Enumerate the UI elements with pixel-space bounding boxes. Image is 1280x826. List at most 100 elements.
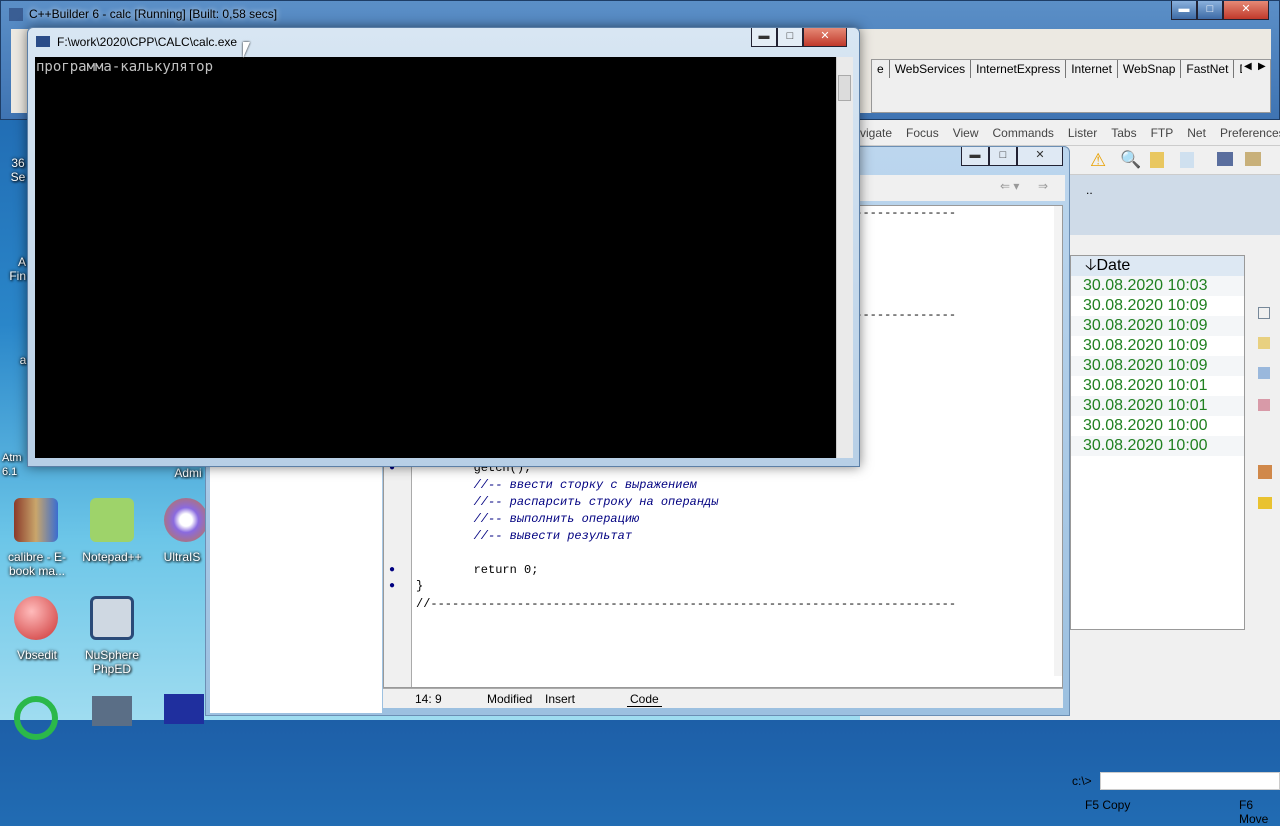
desktop-label[interactable]: NuSphere PhpED [76,648,148,676]
mouse-cursor [243,42,250,58]
file-row-date[interactable]: 30.08.2020 10:01 [1071,376,1244,396]
code-line[interactable]: //-- выполнить операцию [416,512,640,526]
console-maximize-button[interactable]: □ [777,28,803,47]
date-list: 30.08.2020 10:03 30.08.2020 10:09 30.08.20… [1071,276,1244,456]
search-icon[interactable]: 🔍 [1120,150,1141,170]
editor-status-bar: 14: 9 Modified Insert Code [383,688,1063,708]
file-list-panel[interactable]: 🡣Date 30.08.2020 10:03 30.08.2020 10:09 30… [1070,255,1245,630]
menu-item[interactable]: Net [1187,126,1206,140]
virtualbox-icon[interactable] [92,696,132,726]
breakpoint-marker[interactable]: ● [389,564,395,575]
menu-item[interactable]: Focus [906,126,939,140]
palette-tab[interactable]: WebSnap [1118,60,1182,78]
path-text[interactable]: .. [1086,183,1093,197]
desktop-label[interactable]: Admi [170,466,206,480]
maximize-button[interactable]: □ [1197,1,1223,20]
console-close-button[interactable]: ✕ [803,28,847,47]
file-row-date[interactable]: 30.08.2020 10:09 [1071,296,1244,316]
f6-move-button[interactable]: F6 Move [1239,798,1280,826]
palette-tab[interactable]: Decision [1234,60,1242,78]
code-line[interactable]: //-- распарсить строку на операнды [416,495,719,509]
vertical-scrollbar[interactable] [1054,206,1062,676]
desktop-label[interactable]: calibre - E-book ma... [0,550,74,578]
path-bar: .. [1070,175,1280,235]
view-icon[interactable] [1258,307,1270,319]
file-row-date[interactable]: 30.08.2020 10:09 [1071,356,1244,376]
code-line[interactable]: } [416,579,423,593]
file-row-date[interactable]: 30.08.2020 10:09 [1071,316,1244,336]
desktop-label[interactable]: A Fin [6,255,26,283]
desktop-label[interactable]: Notepad++ [76,550,148,564]
move-icon[interactable] [1258,399,1270,411]
tab-code[interactable]: Code [627,692,662,707]
palette-tab[interactable]: Internet [1066,60,1118,78]
menu-item[interactable]: vigate [860,126,892,140]
close-button[interactable]: ✕ [1223,1,1269,20]
palette-scroll-left-icon[interactable]: ◀ [1244,61,1252,72]
copy-icon[interactable] [1258,367,1270,379]
vbsedit-icon[interactable] [14,596,58,640]
code-line[interactable]: //--------------------------------------… [416,597,956,611]
menu-item[interactable]: Lister [1068,126,1097,140]
modified-indicator: Modified [487,692,533,706]
editor-close-button[interactable]: ✕ [1017,147,1063,166]
back-icon[interactable]: ⇐ ▾ [1000,179,1019,193]
scrollbar-thumb[interactable] [838,75,851,101]
palette-scroll-right-icon[interactable]: ▶ [1258,61,1266,72]
file-row-date[interactable]: 30.08.2020 10:00 [1071,416,1244,436]
minimize-button[interactable]: ▬ [1171,1,1197,20]
side-toolbar [1256,305,1276,515]
editor-maximize-button[interactable]: □ [989,147,1017,166]
clipboard-icon[interactable] [1180,152,1194,168]
insert-mode: Insert [545,692,576,706]
phped-icon[interactable] [90,596,134,640]
new-folder-icon[interactable] [1258,497,1272,509]
console-scrollbar[interactable] [836,57,853,458]
menu-item[interactable]: FTP [1151,126,1174,140]
grid-icon[interactable] [1245,152,1261,166]
file-row-date[interactable]: 30.08.2020 10:00 [1071,436,1244,456]
notepadpp-icon[interactable] [90,498,134,542]
cursor-position: 14: 9 [415,692,442,706]
file-row-date[interactable]: 30.08.2020 10:01 [1071,396,1244,416]
menu-item[interactable]: Tabs [1111,126,1136,140]
folder-icon[interactable] [1150,152,1164,168]
ultraiso-icon[interactable] [164,498,208,542]
pack-icon[interactable] [1258,465,1272,479]
menu-item[interactable]: View [953,126,979,140]
breakpoint-marker[interactable]: ● [389,580,395,591]
edit-icon[interactable] [1258,337,1270,349]
console-output[interactable]: программа-калькулятор [35,57,836,458]
code-line[interactable]: //-- ввести сторку с выражением [416,478,697,492]
editor-minimize-button[interactable]: ▬ [961,147,989,166]
menu-bar: vigate Focus View Commands Lister Tabs FTP Net P… [860,126,1280,140]
calibre-icon[interactable] [14,498,58,542]
code-line[interactable]: //-- вывести результат [416,529,632,543]
desktop-label[interactable]: 36 Se [10,156,26,184]
warning-icon[interactable]: ⚠ [1090,150,1106,171]
forward-icon[interactable]: ⇒ [1038,179,1048,193]
code-line[interactable]: return 0; [416,563,539,577]
network-icon[interactable] [14,696,58,740]
desktop-label[interactable]: Vbsedit [0,648,74,662]
f5-copy-button[interactable]: F5 Copy [1085,798,1130,812]
console-title: F:\work\2020\CPP\CALC\calc.exe [57,35,238,49]
file-row-date[interactable]: 30.08.2020 10:03 [1071,276,1244,296]
palette-tab[interactable]: FastNet [1181,60,1235,78]
file-row-date[interactable]: 30.08.2020 10:09 [1071,336,1244,356]
command-line[interactable] [1100,772,1280,790]
image-icon[interactable] [1217,152,1233,166]
palette-tab[interactable]: e [872,60,890,78]
desktop-label[interactable]: UltraIS [160,550,204,564]
column-header-date[interactable]: 🡣Date [1071,256,1244,276]
fkey-bar: F5 Copy F6 Move [1070,798,1280,826]
menu-item[interactable]: Preferences [1220,126,1280,140]
palette-tab[interactable]: InternetExpress [971,60,1067,78]
console-minimize-button[interactable]: ▬ [751,28,777,47]
console-app-icon [36,36,50,47]
palette-tab[interactable]: WebServices [890,60,972,78]
builder-title: C++Builder 6 - calc [Running] [Built: 0,… [29,7,278,21]
menu-item[interactable]: Commands [993,126,1054,140]
console-window[interactable]: F:\work\2020\CPP\CALC\calc.exe ▬ □ ✕ про… [27,27,860,467]
class-explorer [210,467,382,713]
